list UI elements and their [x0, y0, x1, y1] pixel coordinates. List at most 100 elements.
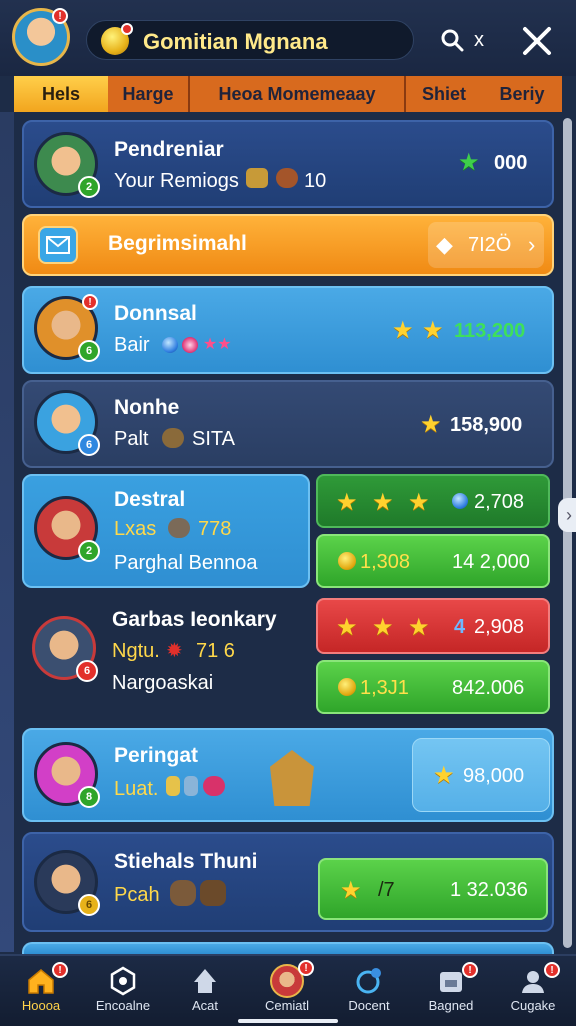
tab-harge[interactable]: Harge [108, 76, 188, 112]
nav-label: Hoooa [21, 998, 61, 1013]
row-level-badge: 6 [78, 894, 100, 916]
splash-icon: ✹ [166, 640, 183, 662]
coin-notification-dot [121, 23, 133, 35]
leaderboard-row[interactable]: 6 Nonhe Palt SITA ★ 158,900 [22, 380, 554, 468]
house-tent-icon [194, 969, 216, 993]
star-icon: ★ [420, 411, 442, 438]
title-pill: Gomitian Mgnana [86, 20, 414, 60]
nav-label: Bagned [428, 998, 474, 1013]
tab-hels[interactable]: Hels [14, 76, 108, 112]
star-icon: ★ [422, 317, 444, 344]
row-bottom-pill[interactable]: 1,308 14 2,000 [316, 534, 550, 588]
star-icon: ★ [340, 877, 362, 904]
top-bar: ! Gomitian Mgnana x [0, 0, 576, 76]
banner-value-pill[interactable]: ◆ 7I2Ö › [428, 222, 544, 268]
diamond-icon: ◆ [436, 232, 453, 257]
row-top-pill[interactable]: ★ ★ ★ 4 2,908 [316, 598, 550, 654]
search-icon[interactable] [440, 28, 464, 52]
row-line2-prefix: Lxas [114, 518, 157, 540]
row-sub: Luat. [114, 778, 159, 800]
row-score-pill[interactable]: ★ /7 1 32.036 [318, 858, 548, 920]
gem-icons: ★★ [162, 334, 232, 354]
row-level-badge: 2 [78, 540, 100, 562]
pet-creature-icon [270, 750, 314, 806]
row-top-pill[interactable]: ★ ★ ★ 2,708 [316, 474, 550, 528]
row-bottom-pill-value: 14 2,000 [452, 551, 530, 573]
star-icon: ★ [372, 489, 394, 516]
nav-label: Encoalne [95, 998, 151, 1013]
row-name: Stiehals Thuni [114, 850, 258, 873]
row-line2-value: 778 [198, 518, 232, 540]
tab-heoa-momemeaay[interactable]: Heoa Momemeaay [190, 76, 404, 112]
feather-icon [162, 428, 184, 448]
row-score: 98,000 [463, 765, 525, 787]
nav-acat[interactable]: Acat [164, 956, 246, 1026]
row-bottom-pill-coin: 1,3J1 [360, 677, 409, 699]
player-name: Pendreniar [114, 138, 224, 161]
star-icon: ★ [392, 317, 414, 344]
tab-shiet[interactable]: Shiet [406, 76, 482, 112]
row-pill-value: 1 32.036 [450, 879, 528, 901]
axe-icon [168, 518, 190, 538]
background-strip [0, 112, 14, 952]
leaderboard-row[interactable]: 6 ! Donnsal Bair ★★ ★ ★ 113,200 [22, 286, 554, 374]
profile-notification-badge: ! [52, 8, 68, 24]
home-indicator [238, 1019, 338, 1023]
row-pill-text: /7 [378, 879, 395, 901]
row-bottom-pill[interactable]: 1,3J1 842.006 [316, 660, 550, 714]
leaderboard-row[interactable]: 6 Stiehals Thuni Pcah ★ /7 1 32.036 [22, 832, 554, 932]
nav-badge: ! [462, 962, 478, 978]
player-score: 000 [494, 152, 528, 174]
row-line2-prefix: Ngtu. [112, 640, 160, 662]
row-name: Nonhe [114, 396, 180, 419]
player-card[interactable]: 2 Pendreniar Your Remiogs 10 ★ 000 [22, 120, 554, 208]
search-clear-label[interactable]: x [474, 29, 484, 52]
row-line3: Parghal Bennoa [114, 552, 258, 574]
tab-bar: Hels Harge Heoa Momemeaay Shiet Beriy [14, 76, 562, 112]
row-name: Garbas Ieonkary [112, 608, 277, 631]
leaderboard-row[interactable]: 2 Destral Lxas 778 Parghal Bennoa [22, 474, 310, 588]
chest-icon [246, 168, 268, 188]
row-level-badge: 6 [78, 434, 100, 456]
side-arrow-button[interactable]: › [558, 498, 576, 532]
mail-icon [38, 226, 78, 264]
row-score-pill: ★ 98,000 [412, 738, 550, 812]
hexagon-icon [110, 966, 136, 996]
nav-cemiatl[interactable]: ! Cemiatl [246, 956, 328, 1026]
star-icon: ★ [336, 489, 358, 516]
player-subtitle: Your Remiogs [114, 170, 239, 192]
nav-encoalne[interactable]: Encoalne [82, 956, 164, 1026]
nav-home[interactable]: ! Hoooa [0, 956, 82, 1026]
row-sub: Palt [114, 428, 149, 450]
row-name: Destral [114, 488, 186, 511]
nav-cugake[interactable]: ! Cugake [492, 956, 574, 1026]
row-top-pill-value: 2,708 [474, 491, 525, 513]
gem-icon [452, 492, 468, 510]
nav-docent[interactable]: Docent [328, 956, 410, 1026]
star-icon: ★ [408, 614, 430, 641]
nav-label: Cemiatl [264, 998, 310, 1013]
chat-icon [356, 968, 381, 994]
nav-label: Docent [348, 998, 390, 1013]
nav-label: Cugake [510, 998, 556, 1013]
player-level-badge: 2 [78, 176, 100, 198]
scrollbar[interactable] [563, 118, 572, 948]
claw-icons [170, 880, 227, 906]
leaderboard-row[interactable]: 6 Garbas Ieonkary Ngtu. ✹ 71 6 Nargoaska… [22, 598, 310, 712]
coin-icon [338, 678, 356, 696]
star-icon: ★ [372, 614, 394, 641]
chevron-right-icon: › [528, 232, 536, 257]
star-icon: ★ [336, 614, 358, 641]
row-name: Peringat [114, 744, 199, 767]
coin-icon [338, 552, 356, 570]
banner-card[interactable]: Begrimsimahl ◆ 7I2Ö › [22, 214, 554, 276]
nav-bagned[interactable]: ! Bagned [410, 956, 492, 1026]
row-level-badge: 8 [78, 786, 100, 808]
row-bottom-pill-coin: 1,308 [360, 551, 411, 573]
leaderboard-row[interactable]: 8 Peringat Luat. ★ 98,000 [22, 728, 554, 822]
row-sub: Pcah [114, 884, 160, 906]
close-icon[interactable] [520, 24, 554, 58]
row-top-pill-num: 4 [454, 616, 466, 638]
row-score: 113,200 [454, 320, 526, 342]
tab-beriy[interactable]: Beriy [482, 76, 562, 112]
